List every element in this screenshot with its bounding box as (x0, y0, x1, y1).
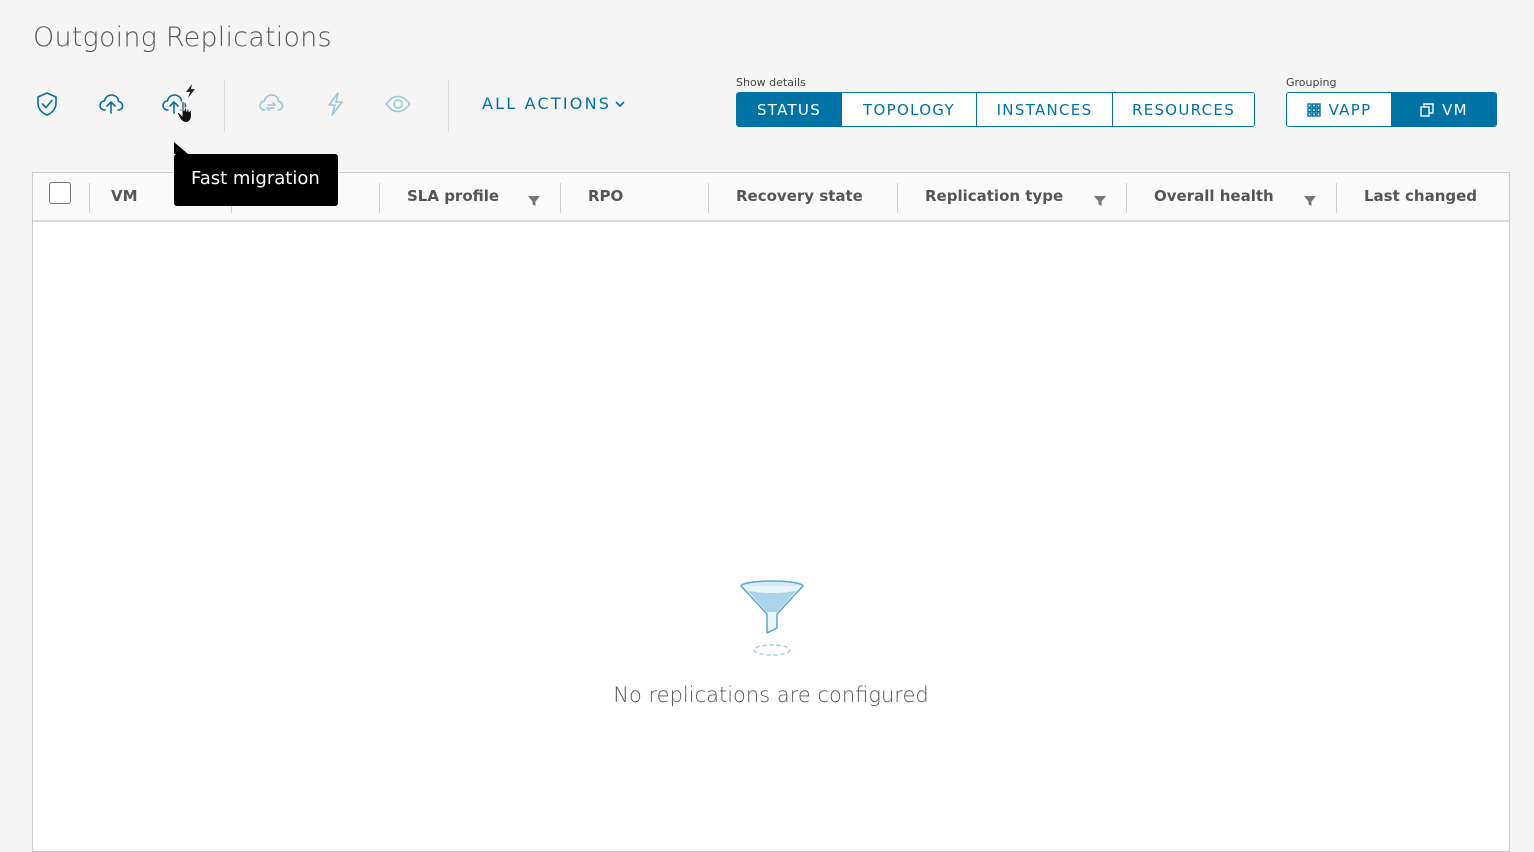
show-details-status-button[interactable]: STATUS (737, 93, 842, 126)
all-actions-dropdown[interactable]: ALL ACTIONS (482, 94, 626, 113)
select-all-checkbox[interactable] (49, 182, 71, 204)
column-separator (1336, 183, 1337, 213)
lightning-badge-icon (186, 84, 195, 98)
grouping-toggle: VAPP VM (1286, 92, 1497, 127)
shield-check-icon[interactable] (30, 86, 64, 122)
toolbar-divider (224, 80, 225, 132)
show-details-topology-button[interactable]: TOPOLOGY (842, 93, 977, 126)
column-header-sla-profile[interactable]: SLA profile (407, 187, 499, 205)
column-header-overall-health[interactable]: Overall health (1154, 187, 1274, 205)
replication-type-filter-icon[interactable] (1093, 193, 1107, 207)
show-details-label: Show details (736, 76, 806, 89)
column-header-vm[interactable]: VM (111, 187, 138, 205)
column-separator (560, 183, 561, 213)
fast-migration-tooltip: Fast migration (174, 142, 338, 206)
lightning-icon[interactable] (318, 86, 352, 122)
column-separator (1126, 183, 1127, 213)
chevron-down-icon (615, 100, 625, 107)
show-details-instances-button[interactable]: INSTANCES (977, 93, 1113, 126)
cloud-sync-icon[interactable] (254, 86, 288, 122)
column-header-replication-type[interactable]: Replication type (925, 187, 1063, 205)
empty-filter-funnel-icon (740, 580, 804, 656)
grouping-vapp-label: VAPP (1328, 100, 1372, 119)
grouping-vapp-button[interactable]: VAPP (1287, 93, 1392, 126)
hand-cursor-icon (176, 100, 192, 124)
vm-copy-icon (1420, 102, 1434, 117)
column-separator (89, 183, 90, 213)
overall-health-filter-icon[interactable] (1303, 193, 1317, 207)
show-details-toggle: STATUS TOPOLOGY INSTANCES RESOURCES (736, 92, 1255, 127)
sla-profile-filter-icon[interactable] (527, 193, 541, 207)
column-header-rpo[interactable]: RPO (588, 187, 623, 205)
column-separator (897, 183, 898, 213)
column-header-recovery-state[interactable]: Recovery state (736, 187, 863, 205)
grouping-vm-label: VM (1442, 100, 1468, 119)
show-details-resources-button[interactable]: RESOURCES (1113, 93, 1254, 126)
all-actions-label: ALL ACTIONS (482, 94, 612, 113)
grouping-label: Grouping (1286, 76, 1337, 89)
page-title: Outgoing Replications (33, 22, 332, 53)
empty-state-message: No replications are configured (613, 683, 929, 707)
cloud-upload-icon[interactable] (94, 86, 128, 122)
replications-grid: VM SLA profile RPO Recovery state Replic… (32, 172, 1510, 852)
column-header-last-changed[interactable]: Last changed (1364, 187, 1477, 205)
eye-icon[interactable] (381, 86, 415, 122)
column-separator (379, 183, 380, 213)
grouping-vm-button[interactable]: VM (1392, 93, 1496, 126)
column-separator (708, 183, 709, 213)
toolbar-divider (448, 80, 449, 132)
vapp-grid-icon (1306, 102, 1321, 117)
